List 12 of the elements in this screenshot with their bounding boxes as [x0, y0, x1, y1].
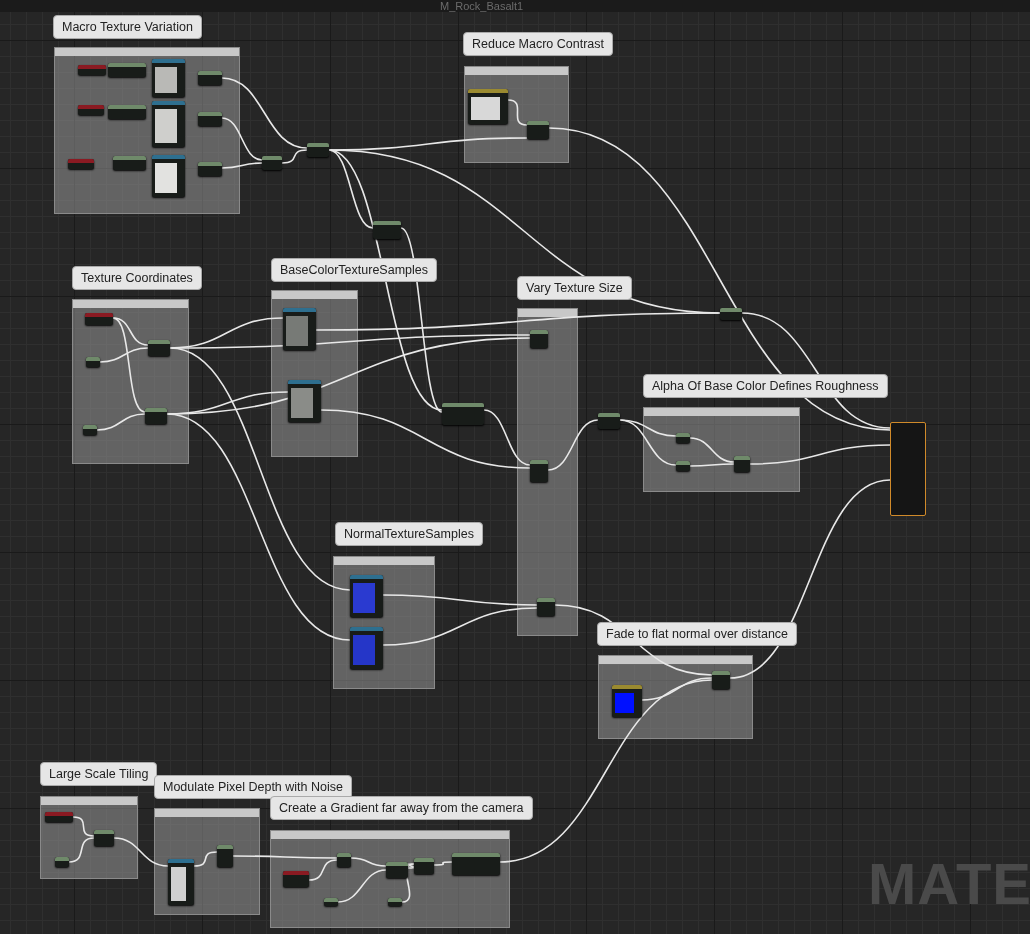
comment-label: Modulate Pixel Depth with Noise: [154, 775, 352, 799]
comment-label: Macro Texture Variation: [53, 15, 202, 39]
comment-label: BaseColorTextureSamples: [271, 258, 437, 282]
comment-label: Alpha Of Base Color Defines Roughness: [643, 374, 888, 398]
comment-label: Fade to flat normal over distance: [597, 622, 798, 646]
window-title: M_Rock_Basalt1: [440, 0, 524, 12]
comment-label: Vary Texture Size: [517, 276, 632, 300]
comment-label: Texture Coordinates: [72, 266, 202, 290]
comment-label: NormalTextureSamples: [335, 522, 483, 546]
comment-label: Large Scale Tiling: [40, 762, 158, 786]
comment-label: Reduce Macro Contrast: [463, 32, 613, 56]
comment-label: Create a Gradient far away from the camera: [270, 796, 533, 820]
